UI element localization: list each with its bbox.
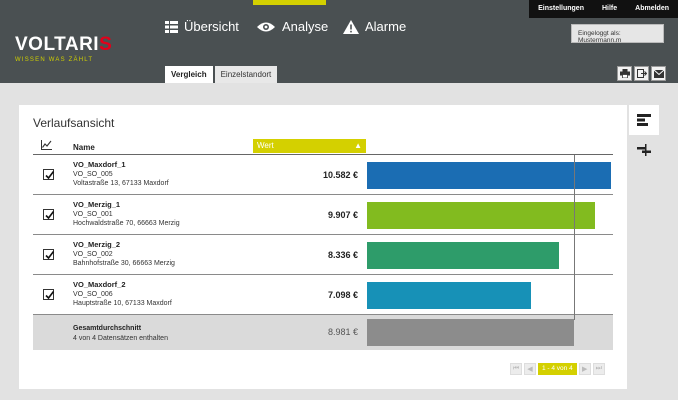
list-icon bbox=[165, 20, 178, 33]
total-row: Gesamtdurchschnitt 4 von 4 Datensätzen e… bbox=[33, 315, 613, 350]
page-info: 1 - 4 von 4 bbox=[538, 363, 577, 375]
print-icon bbox=[619, 69, 630, 78]
row-checkbox[interactable] bbox=[43, 289, 55, 300]
top-links: Einstellungen Hilfe Abmelden bbox=[529, 0, 678, 18]
column-header-value[interactable]: Wert ▲ bbox=[253, 139, 366, 153]
table-row[interactable]: VO_Merzig_1 VO_SO_001 Hochwaldstraße 70,… bbox=[33, 195, 613, 235]
tab-vergleich[interactable]: Vergleich bbox=[165, 66, 213, 83]
row-value: 10.582 € bbox=[322, 170, 358, 180]
row-bar bbox=[367, 282, 531, 309]
active-nav-indicator bbox=[253, 0, 326, 5]
table-row[interactable]: VO_Maxdorf_2 VO_SO_006 Hauptstraße 10, 6… bbox=[33, 275, 613, 315]
row-name: VO_Merzig_2 bbox=[73, 240, 121, 249]
table-row[interactable]: VO_Merzig_2 VO_SO_002 Bahnhofstraße 30, … bbox=[33, 235, 613, 275]
row-checkbox[interactable] bbox=[43, 169, 55, 180]
row-address: Bahnhofstraße 30, 66663 Merzig bbox=[73, 260, 175, 267]
row-address: Voltastraße 13, 67133 Maxdorf bbox=[73, 180, 169, 187]
sort-asc-icon: ▲ bbox=[354, 141, 362, 150]
settings-link[interactable]: Einstellungen bbox=[529, 0, 593, 18]
split-view-button[interactable] bbox=[629, 135, 659, 165]
column-header-name[interactable]: Name bbox=[73, 143, 95, 152]
next-page-button[interactable]: ▶ bbox=[578, 363, 591, 375]
panel-title: Verlaufsansicht bbox=[33, 116, 115, 130]
header-actions bbox=[617, 66, 666, 81]
export-icon bbox=[636, 69, 647, 78]
nav-label: Analyse bbox=[282, 19, 329, 34]
row-code: VO_SO_002 bbox=[73, 250, 113, 258]
nav-label: Übersicht bbox=[184, 19, 239, 34]
row-info: VO_Merzig_1 VO_SO_001 Hochwaldstraße 70,… bbox=[73, 200, 180, 229]
row-name: VO_Merzig_1 bbox=[73, 200, 121, 209]
mail-button[interactable] bbox=[651, 66, 666, 81]
row-bar bbox=[367, 242, 559, 269]
brand-tagline: WISSEN WAS ZÄHLT bbox=[15, 57, 94, 63]
view-switcher bbox=[629, 105, 659, 165]
warning-icon bbox=[343, 19, 359, 34]
row-name: VO_Maxdorf_2 bbox=[73, 280, 126, 289]
row-value: 9.907 € bbox=[327, 210, 358, 220]
row-value: 8.336 € bbox=[327, 250, 358, 260]
eye-icon bbox=[257, 22, 275, 31]
row-address: Hochwaldstraße 70, 66663 Merzig bbox=[73, 220, 180, 227]
app-header: VOLTARIS WISSEN WAS ZÄHLT Übersicht Anal… bbox=[0, 0, 678, 83]
print-button[interactable] bbox=[617, 66, 632, 81]
row-checkbox[interactable] bbox=[43, 209, 55, 220]
mail-icon bbox=[653, 69, 664, 78]
total-value: 8.981 € bbox=[327, 327, 358, 337]
help-link[interactable]: Hilfe bbox=[593, 0, 626, 18]
row-info: VO_Maxdorf_2 VO_SO_006 Hauptstraße 10, 6… bbox=[73, 280, 172, 309]
logged-in-label: Eingeloggt als: Mustermann.m bbox=[571, 24, 664, 44]
checkmark-icon bbox=[45, 291, 55, 300]
nav-analyse[interactable]: Analyse bbox=[256, 19, 328, 34]
average-line bbox=[574, 155, 575, 320]
export-button[interactable] bbox=[634, 66, 649, 81]
checkmark-icon bbox=[45, 211, 55, 220]
bar-view-icon bbox=[637, 114, 651, 126]
row-value: 7.098 € bbox=[327, 290, 358, 300]
row-info: VO_Merzig_2 VO_SO_002 Bahnhofstraße 30, … bbox=[73, 240, 175, 269]
row-name: VO_Maxdorf_1 bbox=[73, 160, 126, 169]
split-view-icon bbox=[637, 144, 651, 156]
prev-page-button[interactable]: ◀ bbox=[524, 363, 536, 375]
row-address: Hauptstraße 10, 67133 Maxdorf bbox=[73, 300, 172, 307]
chart-toggle-icon[interactable] bbox=[41, 140, 52, 150]
main-panel: Verlaufsansicht Name Wert ▲ VO_Maxdorf_1… bbox=[19, 105, 627, 389]
subtabs: Vergleich Einzelstandort bbox=[165, 66, 278, 83]
checkmark-icon bbox=[45, 171, 55, 180]
row-checkbox[interactable] bbox=[43, 249, 55, 260]
row-bar bbox=[367, 202, 595, 229]
table-row[interactable]: VO_Maxdorf_1 VO_SO_005 Voltastraße 13, 6… bbox=[33, 155, 613, 195]
total-info: Gesamtdurchschnitt 4 von 4 Datensätzen e… bbox=[73, 324, 168, 343]
tab-einzelstandort[interactable]: Einzelstandort bbox=[214, 66, 278, 83]
total-name: Gesamtdurchschnitt bbox=[73, 325, 142, 332]
brand-name: VOLTARI bbox=[15, 34, 100, 55]
row-code: VO_SO_001 bbox=[73, 210, 113, 218]
row-code: VO_SO_006 bbox=[73, 290, 113, 298]
first-page-button[interactable]: ⏮ bbox=[510, 363, 522, 375]
nav-alarme[interactable]: Alarme bbox=[343, 19, 406, 34]
column-header-value-label: Wert bbox=[257, 141, 274, 150]
total-subtitle: 4 von 4 Datensätzen enthalten bbox=[73, 334, 168, 342]
table-header: Name Wert ▲ bbox=[33, 138, 613, 155]
row-info: VO_Maxdorf_1 VO_SO_005 Voltastraße 13, 6… bbox=[73, 160, 169, 189]
row-code: VO_SO_005 bbox=[73, 170, 113, 178]
brand-logo[interactable]: VOLTARIS WISSEN WAS ZÄHLT bbox=[15, 34, 112, 63]
pagination: ⏮ ◀ 1 - 4 von 4 ▶ ⏭ bbox=[510, 363, 605, 375]
nav-label: Alarme bbox=[365, 19, 407, 34]
checkmark-icon bbox=[45, 251, 55, 260]
bar-view-button[interactable] bbox=[629, 105, 659, 135]
last-page-button[interactable]: ⏭ bbox=[592, 363, 605, 375]
nav-uebersicht[interactable]: Übersicht bbox=[165, 19, 239, 34]
total-bar bbox=[367, 319, 574, 346]
brand-name-accent: S bbox=[99, 34, 113, 55]
logout-link[interactable]: Abmelden bbox=[626, 0, 678, 18]
comparison-table: Name Wert ▲ VO_Maxdorf_1 VO_SO_005 Volta… bbox=[33, 138, 613, 350]
